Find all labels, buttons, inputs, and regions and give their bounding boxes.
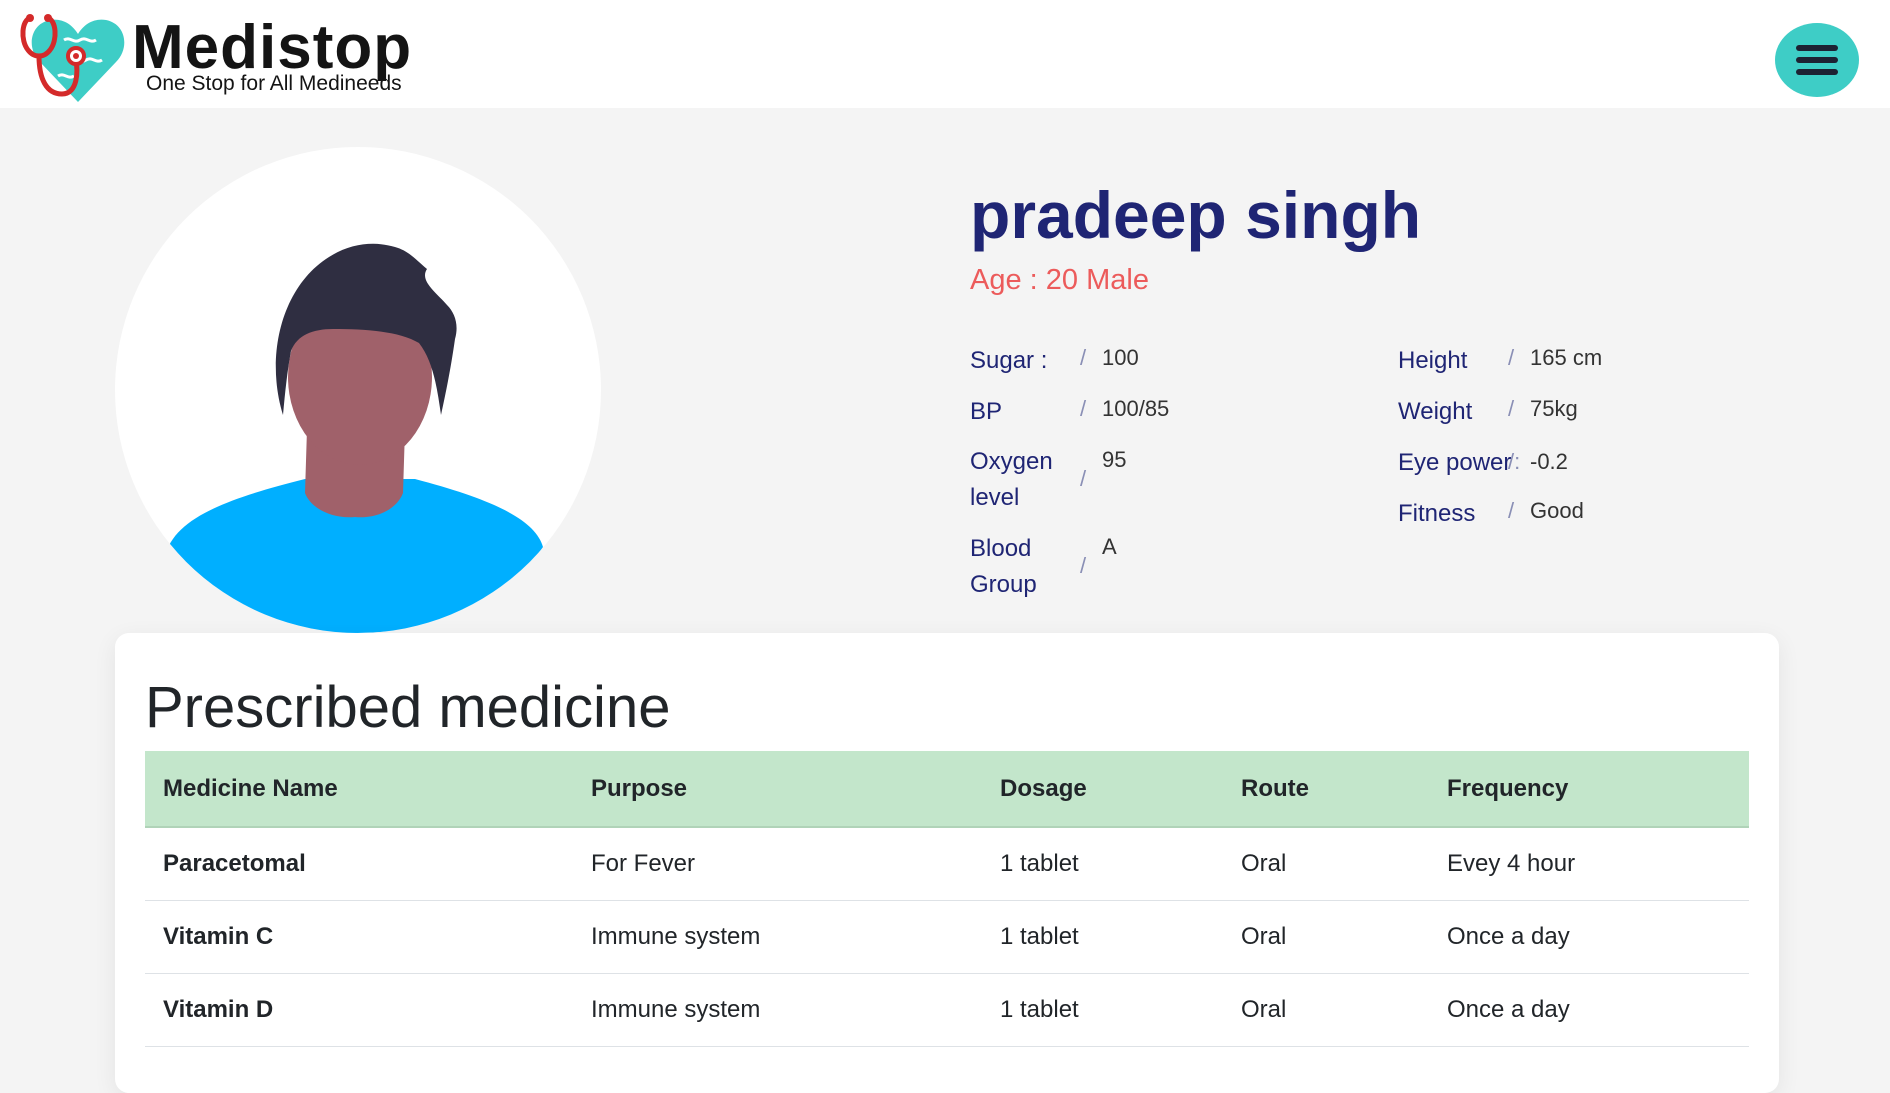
frequency-cell: Once a day (1429, 973, 1749, 1047)
column-header-medicine-name[interactable]: Medicine Name (145, 751, 573, 828)
stat-label-sugar: Sugar : (970, 347, 1048, 374)
route-cell: Oral (1223, 827, 1429, 901)
purpose-cell: For Fever (573, 827, 982, 901)
stat-separator: / (1508, 498, 1515, 523)
brand-tagline: One Stop for All Medineeds (146, 72, 402, 95)
stat-value-oxygen: 95 (1102, 447, 1127, 472)
age-label: Age : (970, 264, 1038, 296)
hamburger-menu-icon (1796, 45, 1838, 51)
dosage-cell: 1 tablet (982, 900, 1223, 974)
route-cell: Oral (1223, 973, 1429, 1047)
purpose-cell: Immune system (573, 973, 982, 1047)
prescription-title: Prescribed medicine (145, 675, 671, 740)
stat-value-fitness: Good (1530, 498, 1584, 523)
menu-button[interactable] (1775, 23, 1859, 97)
hamburger-menu-icon (1796, 57, 1838, 63)
route-cell: Oral (1223, 900, 1429, 974)
stat-label-height: Height (1398, 347, 1468, 374)
column-header-frequency[interactable]: Frequency (1429, 751, 1749, 828)
purpose-cell: Immune system (573, 900, 982, 974)
stat-label-fitness: Fitness (1398, 500, 1476, 527)
age-value: 20 (1045, 264, 1079, 296)
frequency-cell: Evey 4 hour (1429, 827, 1749, 901)
stat-label-bp: BP (970, 398, 1003, 425)
dosage-cell: 1 tablet (982, 827, 1223, 901)
stat-value-blood-group: A (1102, 534, 1117, 559)
stat-separator: / (1080, 466, 1087, 491)
stat-separator: / (1508, 396, 1515, 421)
prescription-table: Medicine Name Purpose Dosage Route Frequ… (145, 751, 1749, 1047)
dosage-cell: 1 tablet (982, 973, 1223, 1047)
table-row: Vitamin C Immune system 1 tablet Oral On… (145, 900, 1749, 974)
brand-logo[interactable]: Medistop One Stop for All Medineeds (20, 10, 440, 105)
stethoscope-heart-icon (20, 14, 125, 102)
stat-separator: / (1080, 553, 1087, 578)
hamburger-menu-icon (1796, 69, 1838, 75)
prescription-card: Prescribed medicine Medicine Name Purpos… (115, 633, 1779, 1093)
stat-label-oxygen: Oxygen level (970, 448, 1053, 511)
frequency-cell: Once a day (1429, 900, 1749, 974)
medicine-name-cell: Vitamin C (145, 900, 573, 974)
table-row: Vitamin D Immune system 1 tablet Oral On… (145, 973, 1749, 1047)
stat-value-sugar: 100 (1102, 345, 1139, 370)
table-header-row: Medicine Name Purpose Dosage Route Frequ… (145, 751, 1749, 828)
top-navbar: Medistop One Stop for All Medineeds (0, 0, 1890, 108)
stat-separator: / (1508, 345, 1515, 370)
patient-name: pradeep singh (970, 178, 1422, 252)
table-row: Paracetomal For Fever 1 tablet Oral Evey… (145, 827, 1749, 901)
stat-value-eye-power: -0.2 (1530, 449, 1568, 474)
stat-label-weight: Weight (1398, 398, 1473, 425)
medicine-name-cell: Vitamin D (145, 973, 573, 1047)
column-header-route[interactable]: Route (1223, 751, 1429, 828)
stat-label-eye-power: Eye power (1398, 449, 1512, 476)
patient-avatar (115, 147, 601, 633)
stat-value-weight: 75kg (1530, 396, 1578, 421)
stat-value-bp: 100/85 (1102, 396, 1170, 421)
stat-separator: / (1080, 396, 1087, 421)
gender-value: Male (1086, 264, 1149, 296)
stat-separator: / (1080, 345, 1087, 370)
stat-separator: /: (1508, 449, 1521, 474)
person-avatar-icon (165, 243, 543, 633)
stat-label-blood-group: Blood Group (970, 535, 1037, 598)
column-header-dosage[interactable]: Dosage (982, 751, 1223, 828)
medicine-name-cell: Paracetomal (145, 827, 573, 901)
patient-age: Age : 20 Male (970, 259, 1149, 301)
column-header-purpose[interactable]: Purpose (573, 751, 982, 828)
stat-value-height: 165 cm (1530, 345, 1603, 370)
